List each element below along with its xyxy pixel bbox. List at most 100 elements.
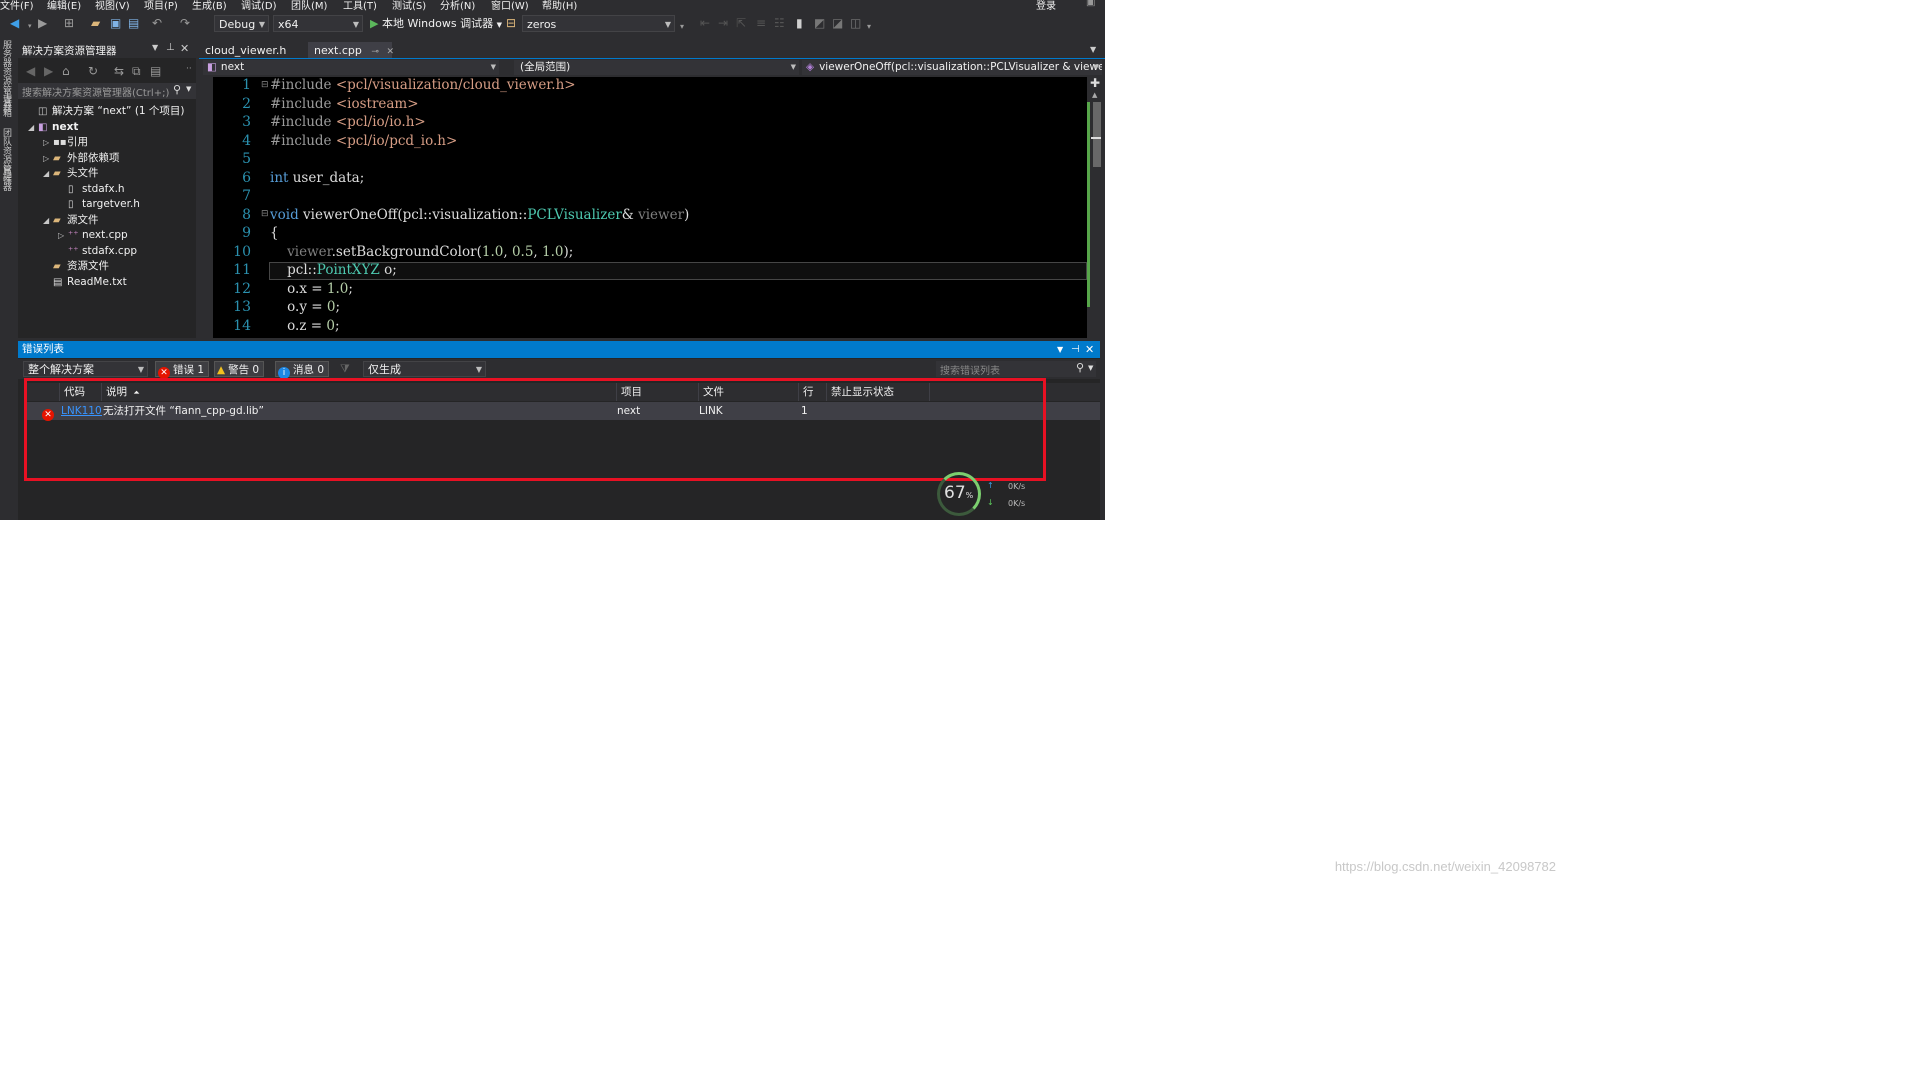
collapse-arrow-icon[interactable]: ◢	[28, 120, 38, 135]
tree-item[interactable]: ◢ ▰ 源文件	[43, 213, 99, 228]
warnings-filter-button[interactable]: ▲ 警告 0	[214, 361, 265, 377]
menu-edit[interactable]: 编辑(E)	[47, 0, 81, 12]
menu-tools[interactable]: 工具(T)	[343, 0, 377, 12]
collapse-arrow-icon[interactable]: ◢	[43, 213, 53, 228]
tree-item[interactable]: ▷ ⁺⁺ next.cpp	[58, 228, 128, 243]
tree-item[interactable]: ▷ ▪▪引用	[43, 135, 88, 150]
menu-help[interactable]: 帮助(H)	[542, 0, 577, 12]
find-in-files-icon[interactable]: ⊟	[506, 16, 516, 30]
tree-item[interactable]: ▷ ▰ 外部依赖项	[43, 151, 120, 166]
feedback-icon[interactable]: ▣	[1086, 0, 1095, 8]
close-icon[interactable]: ✕	[1085, 341, 1094, 358]
menu-project[interactable]: 项目(P)	[144, 0, 178, 12]
solution-search-box[interactable]: 搜索解决方案资源管理器(Ctrl+;) ⚲ ▼	[18, 83, 196, 99]
close-icon[interactable]: ✕	[386, 47, 394, 57]
platform-dropdown[interactable]: x64 ▼	[273, 15, 363, 32]
tree-item[interactable]: ▰ 资源文件	[43, 259, 109, 274]
pin-icon[interactable]: ⊸	[371, 47, 379, 57]
more-icon[interactable]: ··	[186, 62, 192, 76]
login-link[interactable]: 登录	[1036, 0, 1056, 12]
forward-icon[interactable]: ▶	[44, 64, 53, 78]
prev-bookmark-icon[interactable]: ◩	[814, 16, 825, 30]
filter-icon[interactable]: ⧩	[340, 362, 350, 376]
navigation-bar: ◧ next ▼ (全局范围) ▼ ◈ viewerOneOff(pcl::visual…	[199, 59, 1105, 76]
outdent-icon[interactable]: ≡	[756, 16, 766, 30]
tree-item[interactable]: ◫ 解决方案 “next” (1 个项目)	[28, 104, 185, 119]
tree-item[interactable]: ▤ ReadMe.txt	[43, 275, 127, 290]
properties-tab[interactable]: 属性	[1, 166, 13, 184]
scope-dropdown[interactable]: (全局范围) ▼	[514, 60, 799, 75]
redo-icon[interactable]: ↷	[180, 16, 190, 30]
split-icon[interactable]: ✚	[1090, 76, 1100, 90]
scope-filter-dropdown[interactable]: 整个解决方案 ▼	[23, 361, 148, 377]
show-all-files-icon[interactable]: ▤	[150, 64, 161, 78]
tree-item[interactable]: ◢ ▰ 头文件	[43, 166, 99, 181]
menu-build[interactable]: 生成(B)	[192, 0, 227, 12]
tree-item[interactable]: ▯ targetver.h	[58, 197, 140, 212]
tab-next-cpp[interactable]: next.cpp ⊸ ✕	[308, 42, 394, 59]
step-out-icon[interactable]: ⇱	[736, 16, 746, 30]
menu-file[interactable]: 文件(F)	[0, 0, 34, 12]
forward-icon[interactable]: ▶	[38, 16, 47, 30]
messages-filter-button[interactable]: i 消息 0	[275, 361, 330, 379]
bookmark-icon[interactable]: ▮	[796, 16, 803, 30]
project-dropdown[interactable]: ◧ next ▼	[203, 60, 499, 75]
save-all-icon[interactable]: ▤	[128, 16, 139, 30]
scroll-up-icon[interactable]: ▲	[1092, 91, 1097, 99]
start-debugging-button[interactable]: ▶ 本地 Windows 调试器 ▼	[370, 15, 502, 32]
save-icon[interactable]: ▣	[110, 16, 121, 30]
build-filter-dropdown[interactable]: 仅生成 ▼	[363, 361, 486, 377]
collapse-all-icon[interactable]: ⧉	[132, 64, 141, 78]
toolbar-options-icon[interactable]: ▾	[680, 20, 684, 34]
tree-item[interactable]: ▯ stdafx.h	[58, 182, 125, 197]
pin-icon[interactable]: ⊣	[1071, 341, 1080, 358]
history-icon[interactable]: ↻	[88, 64, 98, 78]
scroll-thumb[interactable]	[1093, 102, 1101, 167]
undo-icon[interactable]: ↶	[152, 16, 162, 30]
tab-cloud-viewer-h[interactable]: cloud_viewer.h	[199, 42, 292, 59]
new-project-icon[interactable]: ⊞	[64, 16, 74, 30]
find-combo[interactable]: zeros ▼	[522, 15, 675, 32]
code-line: #include <pcl/io/io.h>	[270, 114, 426, 130]
comment-icon[interactable]: ☷	[774, 16, 785, 30]
editor-scrollbar[interactable]: ✚ ▲	[1087, 76, 1105, 338]
collapse-icon[interactable]: ⊟	[261, 209, 269, 219]
configuration-dropdown[interactable]: Debug ▼	[214, 15, 269, 32]
errors-filter-button[interactable]: ✕ 错误 1	[155, 361, 210, 379]
sync-icon[interactable]: ⇆	[114, 64, 124, 78]
menu-view[interactable]: 视图(V)	[95, 0, 130, 12]
toolbar-overflow-icon[interactable]: ▾	[867, 20, 871, 34]
menu-debug[interactable]: 调试(D)	[241, 0, 277, 12]
search-icon[interactable]: ⚲	[1076, 361, 1084, 374]
menu-test[interactable]: 测试(S)	[392, 0, 426, 12]
menu-team[interactable]: 团队(M)	[291, 0, 327, 12]
menu-analyze[interactable]: 分析(N)	[440, 0, 475, 12]
next-bookmark-icon[interactable]: ◪	[832, 16, 843, 30]
back-icon[interactable]: ◀	[26, 64, 35, 78]
home-icon[interactable]: ⌂	[62, 64, 70, 78]
tree-item[interactable]: ◢ ◧ next	[28, 120, 78, 135]
tab-overflow-icon[interactable]: ▼	[1090, 45, 1096, 54]
error-search-box[interactable]: 搜索错误列表 ⚲ ▼	[936, 361, 1096, 377]
clear-bookmarks-icon[interactable]: ◫	[850, 16, 861, 30]
member-dropdown[interactable]: ◈ viewerOneOff(pcl::visualization::PCLVis…	[802, 60, 1102, 75]
tree-item[interactable]: ⁺⁺ stdafx.cpp	[58, 244, 137, 259]
search-icon[interactable]: ⚲	[173, 83, 181, 96]
panel-menu-icon[interactable]: ▼	[152, 43, 158, 52]
menu-window[interactable]: 窗口(W)	[491, 0, 529, 12]
expand-arrow-icon[interactable]: ▷	[43, 135, 53, 150]
expand-arrow-icon[interactable]: ▷	[58, 228, 68, 243]
back-icon[interactable]: ◀	[10, 16, 19, 30]
pin-icon[interactable]: ⊥	[166, 42, 175, 53]
open-file-icon[interactable]: ▰	[91, 16, 100, 30]
back-dropdown-icon[interactable]: ▾	[28, 19, 32, 33]
collapse-arrow-icon[interactable]: ◢	[43, 166, 53, 181]
step-over-icon[interactable]: ⇥	[718, 16, 728, 30]
code-area[interactable]: 1 2 3 4 5 6 7 8 9 10 11 12 13 14 ⊟ ⊟ #in…	[213, 77, 1087, 338]
panel-menu-icon[interactable]: ▼	[1057, 341, 1063, 358]
step-into-icon[interactable]: ⇤	[700, 16, 710, 30]
collapse-icon[interactable]: ⊟	[261, 80, 269, 90]
close-icon[interactable]: ✕	[180, 42, 189, 55]
toolbox-tab[interactable]: 工具箱	[1, 90, 13, 117]
expand-arrow-icon[interactable]: ▷	[43, 151, 53, 166]
